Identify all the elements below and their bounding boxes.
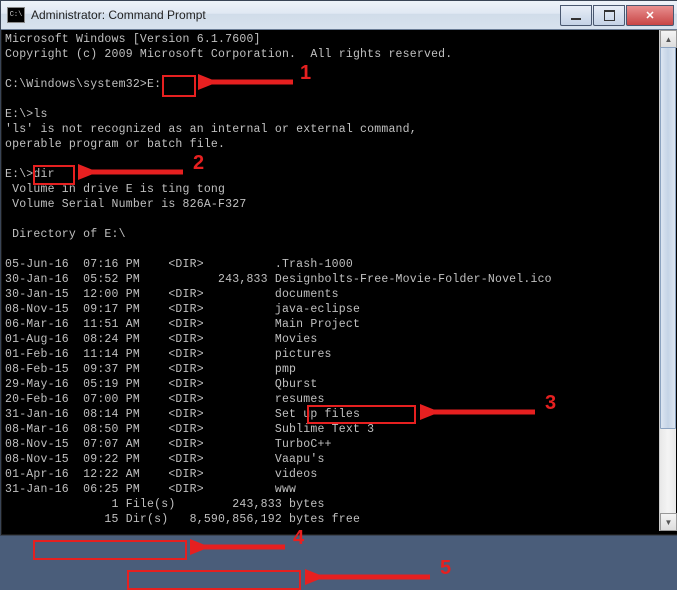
- terminal-area[interactable]: Microsoft Windows [Version 6.1.7600] Cop…: [5, 30, 658, 531]
- annotation-number-5: 5: [440, 557, 451, 580]
- vertical-scrollbar[interactable]: ▲ ▼: [659, 30, 676, 531]
- maximize-button[interactable]: [593, 5, 625, 26]
- minimize-button[interactable]: [560, 5, 592, 26]
- command-prompt-window: C:\ Administrator: Command Prompt Micros…: [0, 0, 677, 536]
- arrow-4: [190, 537, 290, 557]
- window-title: Administrator: Command Prompt: [31, 8, 559, 22]
- cmd-icon: C:\: [7, 7, 25, 23]
- titlebar[interactable]: C:\ Administrator: Command Prompt: [1, 1, 677, 30]
- annotation-box-4: [33, 540, 187, 560]
- close-button[interactable]: [626, 5, 674, 26]
- window-buttons: [559, 5, 674, 25]
- scroll-up-button[interactable]: ▲: [660, 30, 677, 48]
- annotation-box-5: [127, 570, 301, 590]
- scroll-thumb[interactable]: [660, 47, 676, 429]
- scroll-down-button[interactable]: ▼: [660, 513, 677, 531]
- arrow-5: [305, 567, 435, 587]
- terminal-output: Microsoft Windows [Version 6.1.7600] Cop…: [5, 30, 658, 531]
